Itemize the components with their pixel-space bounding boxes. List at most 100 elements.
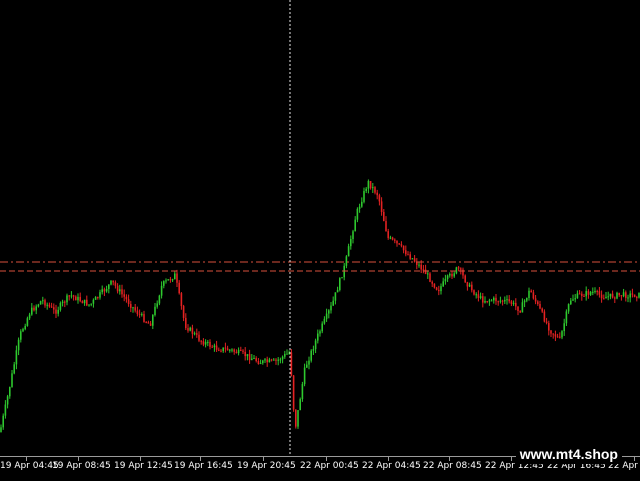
bear-candle <box>413 258 416 262</box>
bull-candle <box>213 345 216 348</box>
time-label: 22 Apr 00:45 <box>300 461 359 471</box>
bull-candle <box>616 292 618 299</box>
bear-candle <box>257 361 260 364</box>
bull-candle <box>90 303 92 305</box>
bull-candle <box>4 404 7 416</box>
bear-candle <box>220 350 222 352</box>
bull-candle <box>303 367 306 385</box>
bull-candle <box>506 299 508 301</box>
bull-candle <box>167 279 169 281</box>
bear-candle <box>402 245 405 251</box>
bear-candle <box>460 268 462 270</box>
bull-candle <box>189 327 191 331</box>
bull-candle <box>15 350 18 365</box>
bull-candle <box>334 292 337 301</box>
bull-candle <box>46 304 48 306</box>
bull-candle <box>321 323 323 332</box>
bull-candle <box>442 281 444 287</box>
bull-candle <box>449 273 451 276</box>
bull-candle <box>119 289 121 292</box>
bull-candle <box>605 296 607 299</box>
bear-candle <box>495 297 497 302</box>
bear-candle <box>295 409 297 427</box>
bear-candle <box>53 307 55 310</box>
bear-candle <box>431 281 433 284</box>
bear-candle <box>240 349 242 351</box>
bull-candle <box>499 300 502 302</box>
bull-candle <box>339 278 341 290</box>
bull-candle <box>352 231 354 240</box>
bull-candle <box>576 293 579 299</box>
bear-candle <box>424 269 427 275</box>
bear-candle <box>44 300 46 306</box>
price-chart[interactable] <box>0 0 640 456</box>
bull-candle <box>88 304 90 306</box>
bull-candle <box>22 329 24 332</box>
bear-candle <box>215 345 218 350</box>
bear-candle <box>114 282 117 286</box>
bull-candle <box>163 281 165 286</box>
bull-candle <box>592 291 594 293</box>
bear-candle <box>244 351 246 357</box>
bear-candle <box>407 254 409 256</box>
bull-candle <box>343 265 345 278</box>
bull-candle <box>268 359 271 363</box>
bear-candle <box>636 297 638 299</box>
bull-candle <box>446 275 449 279</box>
bear-candle <box>471 284 473 291</box>
bear-candle <box>198 334 200 341</box>
bull-candle <box>160 285 163 296</box>
bull-candle <box>389 237 392 239</box>
bear-candle <box>138 313 141 315</box>
bear-candle <box>433 283 436 288</box>
bull-candle <box>358 206 361 209</box>
bear-candle <box>532 292 535 299</box>
bull-candle <box>59 303 62 310</box>
bull-candle <box>42 300 44 302</box>
bear-candle <box>556 336 559 338</box>
bull-candle <box>306 364 308 368</box>
bull-candle <box>512 302 515 304</box>
candlestick-plot[interactable] <box>0 0 640 456</box>
time-label: 19 Apr 08:45 <box>52 461 111 471</box>
bear-candle <box>611 293 614 298</box>
bear-candle <box>48 304 51 307</box>
bear-candle <box>541 308 543 312</box>
bear-candle <box>510 301 513 304</box>
bull-candle <box>585 291 587 297</box>
bear-candle <box>473 290 475 295</box>
bear-candle <box>180 293 183 307</box>
bull-candle <box>28 314 31 319</box>
bear-candle <box>248 354 251 361</box>
bull-candle <box>479 296 482 298</box>
bear-candle <box>121 289 123 295</box>
bear-candle <box>275 359 277 361</box>
bull-candle <box>6 396 9 405</box>
bear-candle <box>420 264 422 270</box>
bull-candle <box>493 297 495 301</box>
bull-candle <box>222 347 224 352</box>
bear-candle <box>224 347 227 349</box>
bull-candle <box>523 300 526 303</box>
bull-candle <box>332 300 334 306</box>
bull-candle <box>141 314 143 316</box>
bear-candle <box>618 292 620 296</box>
bear-candle <box>530 290 532 293</box>
bull-candle <box>504 300 506 302</box>
bear-candle <box>169 279 172 281</box>
bear-candle <box>145 321 147 323</box>
bear-candle <box>486 301 488 303</box>
bear-candle <box>578 293 581 295</box>
bear-candle <box>136 310 139 314</box>
bear-candle <box>554 334 557 337</box>
bull-candle <box>528 290 530 298</box>
bear-candle <box>497 301 499 303</box>
bear-candle <box>218 349 220 351</box>
bear-candle <box>378 195 381 202</box>
bear-candle <box>178 282 180 294</box>
bull-candle <box>367 181 370 189</box>
bear-candle <box>191 327 194 334</box>
bull-candle <box>101 289 103 293</box>
bear-candle <box>270 359 273 361</box>
bear-candle <box>55 309 57 314</box>
